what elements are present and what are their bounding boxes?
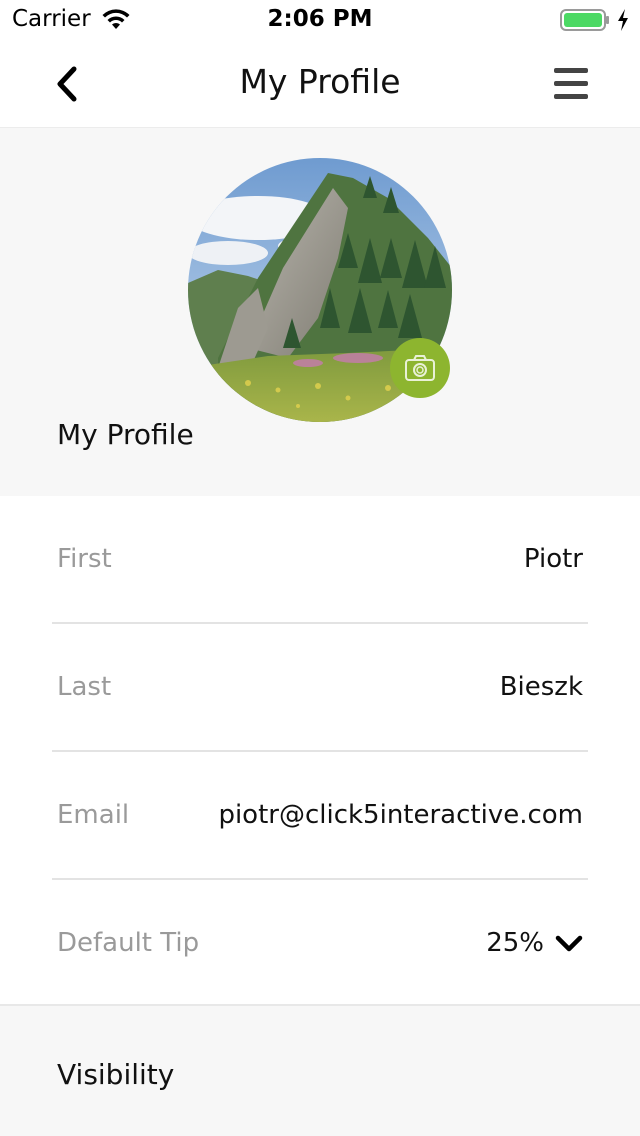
default-tip-row[interactable]: Default Tip 25% [52, 880, 588, 1008]
last-name-field[interactable]: Bieszk [500, 672, 583, 702]
profile-section-title: My Profile [57, 418, 194, 451]
first-name-row[interactable]: First Piotr [52, 496, 588, 624]
visibility-section: Visibility [0, 1004, 640, 1136]
back-button[interactable] [48, 64, 88, 104]
chevron-down-icon[interactable] [554, 932, 584, 956]
menu-button[interactable] [552, 68, 592, 102]
page-title: My Profile [239, 62, 401, 101]
profile-header: My Profile [0, 128, 640, 496]
email-field[interactable]: piotr@click5interactive.com [218, 800, 583, 830]
profile-form: First Piotr Last Bieszk Email piotr@clic… [0, 496, 640, 1004]
change-photo-button[interactable] [390, 338, 450, 398]
profile-screen: Carrier 2:06 PM My Profile My Profile Fi… [0, 0, 640, 1136]
email-row[interactable]: Email piotr@click5interactive.com [52, 752, 588, 880]
hamburger-menu-icon [554, 68, 588, 73]
last-name-row[interactable]: Last Bieszk [52, 624, 588, 752]
default-tip-label: Default Tip [57, 928, 200, 958]
visibility-title: Visibility [57, 1058, 175, 1091]
navigation-bar: My Profile [0, 40, 640, 128]
last-name-label: Last [57, 672, 112, 702]
email-label: Email [57, 800, 130, 830]
camera-icon [405, 355, 435, 381]
status-bar: Carrier 2:06 PM [0, 0, 640, 40]
chevron-left-icon [57, 66, 77, 102]
clock: 2:06 PM [267, 6, 373, 32]
first-name-field[interactable]: Piotr [524, 544, 583, 574]
battery-icon [560, 9, 609, 31]
first-name-label: First [57, 544, 112, 574]
default-tip-select[interactable]: 25% [486, 928, 544, 958]
charging-bolt-icon [618, 9, 628, 31]
